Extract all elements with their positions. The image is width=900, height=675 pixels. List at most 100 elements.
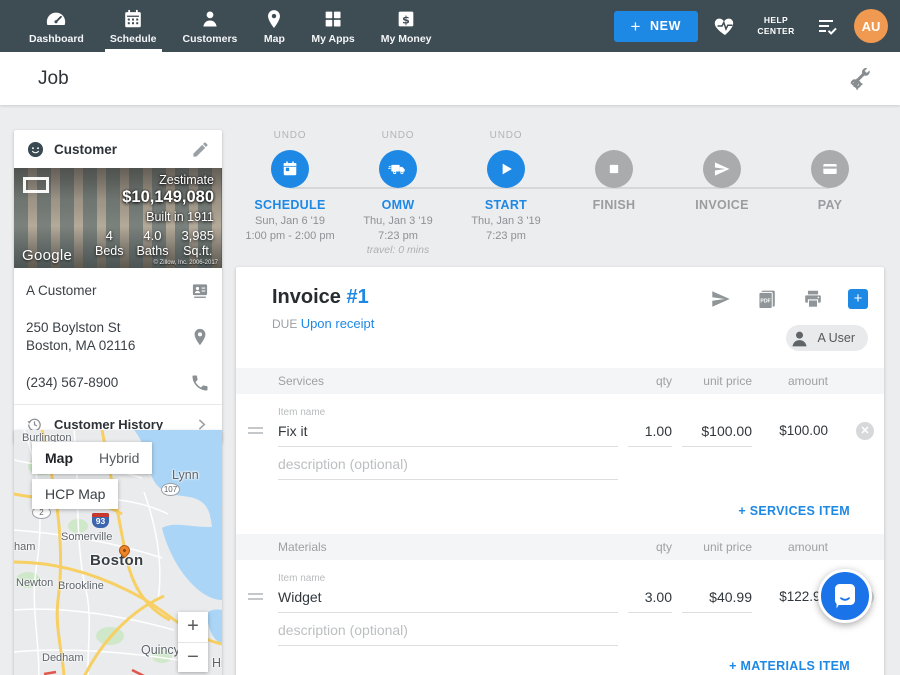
start-step-button[interactable]: [487, 150, 525, 188]
hcp-map-button[interactable]: HCP Map: [32, 479, 118, 509]
schedule-step-button[interactable]: [271, 150, 309, 188]
send-icon: [712, 159, 732, 179]
nav-label: Customers: [183, 33, 238, 45]
materials-section-header: Materials qty unit price amount: [236, 534, 884, 560]
material-qty-input[interactable]: [628, 589, 672, 613]
unit-price-column-header: unit price: [682, 374, 752, 388]
send-invoice-icon[interactable]: [710, 288, 732, 310]
qty-column-header: qty: [628, 374, 672, 388]
map-button[interactable]: Map: [32, 442, 86, 474]
activity-feed-icon[interactable]: [815, 14, 839, 38]
mini-map[interactable]: Map Hybrid HCP Map Burlington Lynn ham S…: [14, 430, 222, 675]
undo-omw-button[interactable]: UNDO: [382, 130, 415, 146]
finish-step-button[interactable]: [595, 150, 633, 188]
customer-address: 250 Boylston StBoston, MA 02116: [26, 319, 190, 355]
nav-item-schedule[interactable]: Schedule: [97, 0, 170, 52]
plus-icon: +: [631, 18, 642, 35]
pdf-icon[interactable]: PDF: [756, 288, 778, 310]
service-description-row: [236, 456, 884, 480]
stop-icon: [604, 159, 624, 179]
stat-sqft: 3,985Sq.ft.: [181, 228, 214, 258]
timeline-step-start: UNDO START Thu, Jan 3 '19 7:23 pm: [452, 130, 560, 256]
map-label-waltham: ham: [14, 541, 35, 553]
material-item-name-input[interactable]: [278, 589, 618, 613]
zoom-out-button[interactable]: −: [178, 642, 208, 672]
add-materials-item-link[interactable]: + MATERIALS ITEM: [729, 659, 850, 673]
heart-pulse-icon[interactable]: [713, 14, 737, 38]
amount-column-header: amount: [762, 540, 828, 554]
service-qty-input[interactable]: [628, 423, 672, 447]
material-description-input[interactable]: [278, 622, 618, 646]
nav-item-map[interactable]: Map: [250, 0, 298, 52]
item-name-label: Item name: [278, 573, 618, 584]
streetview-frame-icon: [23, 177, 49, 193]
zoom-in-button[interactable]: +: [178, 612, 208, 642]
assignee-avatar-icon: [789, 328, 810, 349]
google-watermark: Google: [22, 247, 72, 264]
interstate-93-shield: 93: [92, 513, 109, 528]
svg-text:$: $: [402, 13, 410, 26]
apps-grid-icon: [322, 8, 344, 30]
material-unit-price-input[interactable]: [682, 589, 752, 613]
customer-details: A Customer 250 Boylston StBoston, MA 021…: [14, 268, 222, 404]
undo-start-button[interactable]: UNDO: [490, 130, 523, 146]
add-invoice-item-button[interactable]: +: [848, 289, 868, 309]
edit-pencil-icon[interactable]: [191, 140, 210, 159]
customer-name: A Customer: [26, 282, 190, 300]
drag-handle[interactable]: [248, 424, 268, 447]
add-services-item-row: + SERVICES ITEM: [236, 480, 884, 534]
customer-phone: (234) 567-8900: [26, 374, 190, 392]
location-pin-icon[interactable]: [190, 327, 210, 347]
nav-item-customers[interactable]: Customers: [170, 0, 251, 52]
map-label-brookline: Brookline: [58, 580, 104, 592]
play-icon: [496, 159, 516, 179]
map-type-toggle: Map Hybrid: [32, 442, 152, 474]
contact-card-icon[interactable]: [190, 281, 210, 301]
map-label-somerville: Somerville: [61, 531, 112, 543]
item-name-label: Item name: [278, 407, 618, 418]
assignee-chip[interactable]: A User: [786, 325, 868, 351]
help-center-link[interactable]: HELP CENTER: [752, 15, 800, 38]
help-chat-bubble[interactable]: [818, 569, 872, 623]
drag-handle[interactable]: [248, 590, 268, 613]
hybrid-button[interactable]: Hybrid: [86, 442, 152, 474]
customer-card-header: Customer: [14, 130, 222, 168]
page-title: Job: [38, 68, 69, 90]
phone-icon[interactable]: [190, 373, 210, 393]
services-section-header: Services qty unit price amount: [236, 368, 884, 394]
zestimate-label: Zestimate: [159, 173, 214, 187]
built-year: Built in 1911: [146, 210, 214, 224]
remove-item-button[interactable]: ✕: [856, 422, 874, 440]
new-button[interactable]: + NEW: [614, 11, 699, 42]
job-settings-tools-icon[interactable]: [848, 67, 872, 91]
dashboard-icon: [45, 8, 67, 30]
nav-item-my-apps[interactable]: My Apps: [298, 0, 367, 52]
credit-card-icon-button[interactable]: [811, 150, 849, 188]
timeline-step-schedule: UNDO SCHEDULE Sun, Jan 6 '19 1:00 pm - 2…: [236, 130, 344, 256]
due-label: DUE: [272, 317, 297, 331]
materials-header-label: Materials: [278, 540, 618, 554]
service-description-input[interactable]: [278, 456, 618, 480]
map-label-boston: Boston: [90, 552, 143, 569]
map-zoom-control: + −: [178, 612, 208, 672]
nav-item-my-money[interactable]: $ My Money: [368, 0, 445, 52]
property-photo[interactable]: Zestimate $10,149,080 Built in 1911 4Bed…: [14, 168, 222, 268]
property-stats: 4Beds 4.0Baths 3,985Sq.ft.: [95, 228, 214, 258]
invoice-step-button[interactable]: [703, 150, 741, 188]
customer-card-title: Customer: [54, 142, 182, 157]
invoice-header: Invoice #1 DUE Upon receipt PDF + A Use: [236, 267, 884, 368]
user-avatar[interactable]: AU: [854, 9, 888, 43]
service-item-name-input[interactable]: [278, 423, 618, 447]
zillow-copyright: © Zillow, Inc. 2006-2017: [154, 260, 218, 266]
print-icon[interactable]: [802, 288, 824, 310]
service-unit-price-input[interactable]: [682, 423, 752, 447]
services-header-label: Services: [278, 374, 618, 388]
nav-item-dashboard[interactable]: Dashboard: [16, 0, 97, 52]
app-window: Dashboard Schedule Customers Map My Apps…: [0, 0, 900, 675]
add-services-item-link[interactable]: + SERVICES ITEM: [738, 504, 850, 518]
due-terms-link[interactable]: Upon receipt: [301, 316, 375, 331]
omw-step-button[interactable]: [379, 150, 417, 188]
nav-label: Map: [264, 33, 285, 45]
material-description-row: [236, 622, 884, 646]
undo-schedule-button[interactable]: UNDO: [274, 130, 307, 146]
